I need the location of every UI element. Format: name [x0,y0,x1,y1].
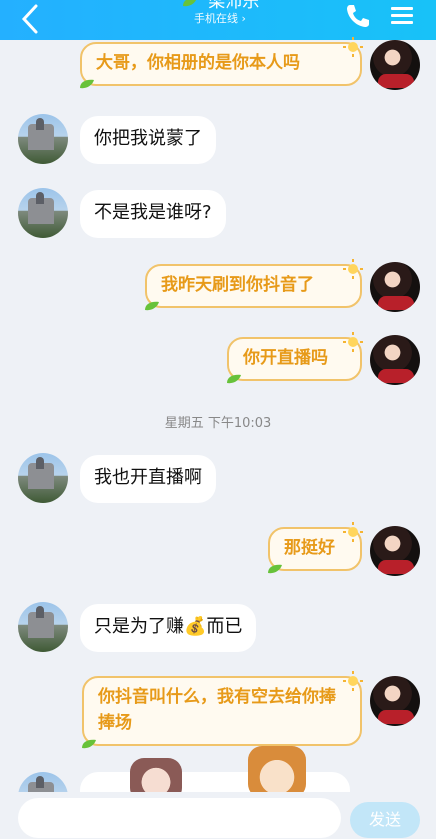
sun-icon [343,522,363,542]
message-bubble-incoming[interactable]: 我也开直播啊 [80,455,216,503]
message-text: 不是我是谁呀? [94,202,212,223]
message-text: 只是为了赚💰而已 [94,616,243,637]
message-bubble-outgoing[interactable]: 你开直播吗 [227,332,363,384]
leaf-icon [80,79,94,89]
online-status[interactable]: 手机在线 › [140,12,300,26]
sun-icon [343,37,363,57]
sun-icon [343,259,363,279]
message-text: 大哥，你相册的是你本人吗 [96,53,300,73]
sun-icon [343,671,363,691]
contact-avatar[interactable] [18,453,68,503]
leaf-icon [182,0,196,7]
message-bubble-outgoing[interactable]: 我昨天刷到你抖音了 [145,259,363,311]
message-bubble-incoming[interactable]: 你把我说蒙了 [80,116,216,164]
message-bubble-outgoing[interactable]: 那挺好 [268,522,363,574]
timestamp: 星期五 下午10:03 [164,416,272,431]
leaf-icon [227,374,241,384]
message-bubble-outgoing[interactable]: 你抖音叫什么，我有空去给你捧捧场 [82,671,363,749]
phone-icon[interactable] [344,2,372,30]
message-input[interactable] [18,798,341,838]
message-text: 我昨天刷到你抖音了 [161,275,314,295]
cat-ear-girl-sticker [248,746,306,798]
contact-avatar[interactable] [18,188,68,238]
sun-icon [343,332,363,352]
chat-title-wrap[interactable]: 梁沛乐 手机在线 › [140,0,300,26]
leaf-icon [268,564,282,574]
message-text: 那挺好 [284,538,335,558]
message-bubble-incoming[interactable]: 不是我是谁呀? [80,190,226,238]
contact-avatar[interactable] [18,114,68,164]
message-text: 我也开直播啊 [94,467,202,488]
message-text: 你把我说蒙了 [94,128,202,149]
my-avatar[interactable] [370,40,420,90]
leaf-icon [82,739,96,749]
chevron-left-icon[interactable] [14,2,48,36]
menu-icon[interactable] [389,3,415,29]
message-text: 你抖音叫什么，我有空去给你捧捧场 [98,687,336,733]
message-text: 你开直播吗 [243,348,328,368]
contact-avatar[interactable] [18,602,68,652]
my-avatar[interactable] [370,526,420,576]
message-bubble-incoming[interactable]: 只是为了赚💰而已 [80,604,257,652]
send-button[interactable]: 发送 [350,802,420,838]
chat-header: 梁沛乐 手机在线 › [0,0,436,40]
my-avatar[interactable] [370,262,420,312]
contact-name: 梁沛乐 [208,0,260,12]
my-avatar[interactable] [370,676,420,726]
my-avatar[interactable] [370,335,420,385]
leaf-icon [145,301,159,311]
message-bubble-outgoing[interactable]: 大哥，你相册的是你本人吗 [80,37,363,89]
